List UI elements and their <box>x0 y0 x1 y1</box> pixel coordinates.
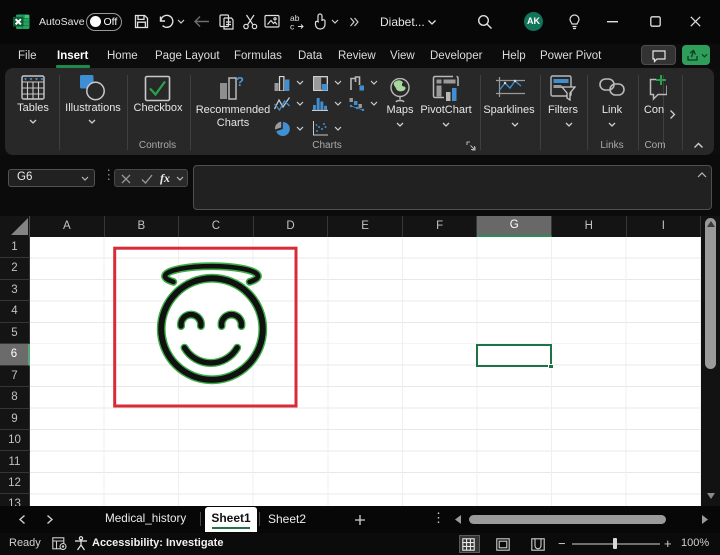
svg-text:?: ? <box>236 75 244 89</box>
